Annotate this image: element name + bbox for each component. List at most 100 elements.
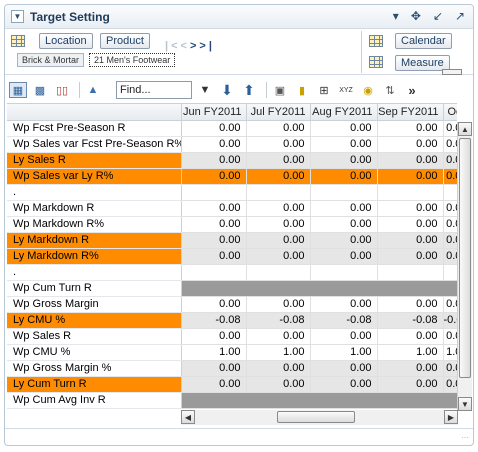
find-dropdown-icon[interactable]: ▼ [196, 82, 214, 98]
table-cell[interactable] [181, 264, 247, 281]
table-cell[interactable]: 0.00 [377, 328, 444, 345]
more-tools-icon[interactable]: » [403, 82, 421, 98]
table-cell[interactable]: 0.00 [246, 136, 311, 153]
table-cell[interactable] [181, 280, 247, 297]
table-cell[interactable]: 0.00 [246, 200, 311, 217]
resize-grip-icon[interactable]: ⋯ [461, 433, 469, 442]
table-cell[interactable] [310, 264, 378, 281]
location-dimension-button[interactable]: Location [39, 33, 93, 49]
table-cell[interactable]: 0.00 [246, 248, 311, 265]
table-cell[interactable]: 0.00 [443, 120, 457, 137]
find-previous-icon[interactable]: ⬆ [240, 82, 258, 98]
chevron-down-icon[interactable]: ▾ [393, 9, 399, 23]
table-cell[interactable]: 0.00 [246, 152, 311, 169]
table-cell[interactable]: 0.00 [181, 296, 247, 313]
column-header[interactable]: Aug FY2011 [310, 104, 378, 121]
scroll-right-button[interactable]: ▶ [444, 410, 458, 424]
table-cell[interactable]: 0.00 [377, 168, 444, 185]
move-icon[interactable]: ✥ [411, 9, 421, 23]
horizontal-scrollbar[interactable]: ◀ ▶ [181, 410, 458, 425]
column-header[interactable]: Sep FY2011 [377, 104, 444, 121]
table-cell[interactable]: -0.08 [377, 312, 444, 329]
table-cell[interactable]: 0.00 [443, 152, 457, 169]
table-cell[interactable] [377, 280, 444, 297]
table-cell[interactable]: 0.00 [377, 232, 444, 249]
table-cell[interactable] [377, 392, 444, 409]
table-cell[interactable]: 0.00 [443, 360, 457, 377]
table-cell[interactable] [246, 184, 311, 201]
table-cell[interactable]: 0.00 [443, 376, 457, 393]
table-chart-view-icon[interactable]: ▩ [31, 82, 49, 98]
table-cell[interactable]: 0.00 [246, 360, 311, 377]
location-chip[interactable]: Brick & Mortar [17, 53, 85, 67]
table-cell[interactable]: 0.00 [377, 120, 444, 137]
table-cell[interactable]: 0.00 [181, 168, 247, 185]
split-icon[interactable]: ⊞ [315, 82, 333, 98]
first-page-icon[interactable]: |< [165, 40, 181, 52]
table-cell[interactable]: -0.08 [310, 312, 378, 329]
scroll-up-button[interactable]: ▲ [458, 122, 472, 136]
highlight-icon[interactable]: ▮ [293, 82, 311, 98]
calendar-dimension-button[interactable]: Calendar [395, 33, 452, 49]
table-cell[interactable]: 0.00 [310, 200, 378, 217]
previous-page-icon[interactable]: < [181, 40, 190, 52]
table-cell[interactable]: 0.00 [443, 296, 457, 313]
table-cell[interactable]: 0.00 [246, 376, 311, 393]
pivot-scrollbar[interactable] [442, 69, 462, 75]
table-cell[interactable]: 0.00 [377, 200, 444, 217]
table-cell[interactable]: 0.00 [443, 136, 457, 153]
column-header[interactable]: Jun FY2011 [181, 104, 247, 121]
last-page-icon[interactable]: >| [199, 40, 215, 52]
table-cell[interactable] [246, 264, 311, 281]
column-header[interactable]: Oct FY2011 [443, 104, 457, 121]
table-cell[interactable] [443, 392, 457, 409]
table-cell[interactable] [246, 280, 311, 297]
table-cell[interactable]: 0.00 [310, 120, 378, 137]
product-dimension-button[interactable]: Product [100, 33, 150, 49]
table-cell[interactable]: 0.00 [443, 216, 457, 233]
table-cell[interactable]: 0.00 [310, 360, 378, 377]
table-cell[interactable]: 0.00 [181, 360, 247, 377]
table-cell[interactable]: 0.00 [443, 328, 457, 345]
table-cell[interactable]: 0.00 [443, 248, 457, 265]
vertical-scroll-thumb[interactable] [459, 138, 471, 378]
table-cell[interactable]: 0.00 [181, 120, 247, 137]
table-cell[interactable] [181, 392, 247, 409]
table-cell[interactable]: 0.00 [443, 200, 457, 217]
table-cell[interactable]: 0.00 [377, 152, 444, 169]
table-cell[interactable]: 0.00 [310, 136, 378, 153]
table-cell[interactable]: 0.00 [377, 136, 444, 153]
table-cell[interactable]: 0.00 [181, 248, 247, 265]
table-cell[interactable]: 1.00 [181, 344, 247, 361]
column-header[interactable]: Jul FY2011 [246, 104, 311, 121]
table-cell[interactable] [246, 392, 311, 409]
table-cell[interactable]: 0.00 [377, 360, 444, 377]
table-cell[interactable]: 0.00 [443, 232, 457, 249]
horizontal-scroll-thumb[interactable] [277, 411, 355, 423]
table-cell[interactable]: -0.08 [246, 312, 311, 329]
table-cell[interactable]: 0.00 [310, 328, 378, 345]
table-cell[interactable]: 0.00 [181, 376, 247, 393]
maximize-icon[interactable]: ↗ [455, 9, 465, 23]
table-cell[interactable]: 1.00 [443, 344, 457, 361]
table-cell[interactable]: 0.00 [310, 232, 378, 249]
vertical-scrollbar[interactable]: ▲ ▼ [457, 122, 472, 411]
table-cell[interactable] [377, 264, 444, 281]
table-cell[interactable]: 0.00 [377, 216, 444, 233]
table-cell[interactable]: 1.00 [246, 344, 311, 361]
table-cell[interactable]: 0.00 [246, 120, 311, 137]
table-cell[interactable]: 0.00 [181, 328, 247, 345]
table-cell[interactable]: 0.00 [246, 328, 311, 345]
table-cell[interactable] [377, 184, 444, 201]
detach-icon[interactable]: ▣ [271, 82, 289, 98]
table-cell[interactable]: 0.00 [443, 168, 457, 185]
scroll-left-button[interactable]: ◀ [181, 410, 195, 424]
table-cell[interactable]: 0.00 [310, 248, 378, 265]
next-page-icon[interactable]: > [190, 40, 199, 52]
find-input[interactable]: Find... [116, 81, 192, 99]
table-cell[interactable]: 0.00 [246, 216, 311, 233]
table-cell[interactable]: 0.00 [377, 296, 444, 313]
format-icon[interactable]: XYZ [337, 82, 355, 98]
table-cell[interactable] [443, 280, 457, 297]
table-cell[interactable]: 0.00 [310, 376, 378, 393]
